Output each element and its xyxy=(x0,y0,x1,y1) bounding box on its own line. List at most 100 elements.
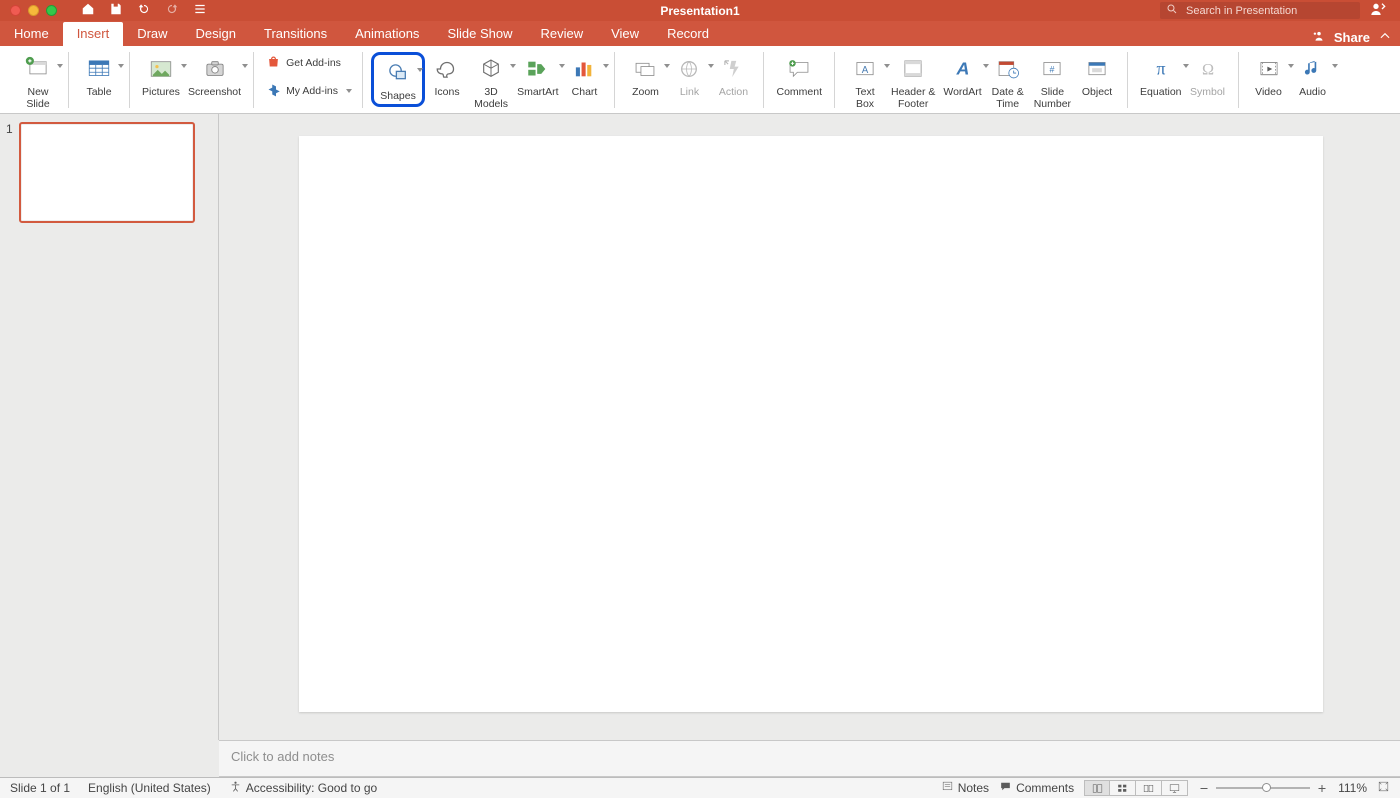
tab-slide-show[interactable]: Slide Show xyxy=(433,22,526,46)
new-slide-button[interactable]: New Slide xyxy=(16,52,60,112)
screenshot-icon xyxy=(202,54,228,84)
text-box-button[interactable]: A Text Box xyxy=(843,52,887,112)
smartart-icon xyxy=(525,54,551,84)
shapes-highlight: Shapes xyxy=(371,52,425,107)
status-language[interactable]: English (United States) xyxy=(88,781,211,795)
object-label: Object xyxy=(1082,86,1112,98)
zoom-track[interactable] xyxy=(1216,787,1310,789)
tab-design[interactable]: Design xyxy=(182,22,250,46)
icons-label: Icons xyxy=(435,86,460,98)
pictures-button[interactable]: Pictures xyxy=(138,52,184,100)
equation-icon: π xyxy=(1148,54,1174,84)
shapes-icon xyxy=(385,58,411,88)
slide-number-button[interactable]: # Slide Number xyxy=(1030,52,1075,112)
tab-draw[interactable]: Draw xyxy=(123,22,181,46)
slide-canvas[interactable] xyxy=(299,136,1323,712)
search-input[interactable] xyxy=(1184,4,1354,18)
object-button[interactable]: Object xyxy=(1075,52,1119,100)
comments-icon xyxy=(999,780,1012,796)
link-icon xyxy=(676,54,702,84)
view-slideshow-button[interactable] xyxy=(1162,780,1188,796)
get-addins-button[interactable]: Get Add-ins xyxy=(262,52,354,74)
customize-qat-icon[interactable] xyxy=(193,2,207,19)
tab-transitions[interactable]: Transitions xyxy=(250,22,341,46)
slide-thumbnail-number: 1 xyxy=(6,122,13,136)
pictures-icon xyxy=(148,54,174,84)
header-footer-button[interactable]: Header & Footer xyxy=(887,52,939,112)
slide-thumbnail-1[interactable] xyxy=(19,122,195,223)
action-label: Action xyxy=(719,86,748,98)
tab-review[interactable]: Review xyxy=(526,22,597,46)
view-switcher xyxy=(1084,780,1188,796)
accessibility-icon xyxy=(229,780,242,796)
smartart-button[interactable]: SmartArt xyxy=(513,52,562,100)
comment-button[interactable]: Comment xyxy=(772,52,826,100)
table-button[interactable]: Table xyxy=(77,52,121,100)
work-area: 1 xyxy=(0,114,1400,740)
date-time-button[interactable]: Date & Time xyxy=(986,52,1030,112)
home-icon[interactable] xyxy=(81,2,95,19)
wordart-button[interactable]: A WordArt xyxy=(939,52,985,100)
minimize-window-button[interactable] xyxy=(28,5,39,16)
comments-toggle-button[interactable]: Comments xyxy=(999,780,1074,796)
zoom-out-button[interactable] xyxy=(1198,782,1210,794)
status-bar: Slide 1 of 1 English (United States) Acc… xyxy=(0,777,1400,798)
notes-toggle-button[interactable]: Notes xyxy=(941,780,989,796)
search-box[interactable] xyxy=(1160,2,1360,19)
quick-access-toolbar xyxy=(81,2,207,19)
collapse-ribbon-icon[interactable] xyxy=(1378,29,1392,46)
tab-view[interactable]: View xyxy=(597,22,653,46)
notes-placeholder: Click to add notes xyxy=(231,749,334,764)
svg-text:Ω: Ω xyxy=(1201,61,1213,79)
search-icon xyxy=(1166,3,1178,18)
equation-button[interactable]: π Equation xyxy=(1136,52,1185,100)
tab-home[interactable]: Home xyxy=(0,22,63,46)
zoom-in-button[interactable] xyxy=(1316,782,1328,794)
audio-label: Audio xyxy=(1299,86,1326,98)
shapes-button[interactable]: Shapes xyxy=(376,56,420,104)
icons-button[interactable]: Icons xyxy=(425,52,469,100)
account-icon[interactable] xyxy=(1370,1,1386,20)
zoom-window-button[interactable] xyxy=(46,5,57,16)
screenshot-button[interactable]: Screenshot xyxy=(184,52,245,100)
redo-icon[interactable] xyxy=(165,2,179,19)
video-button[interactable]: Video xyxy=(1247,52,1291,100)
comments-toggle-label: Comments xyxy=(1016,781,1074,795)
chart-icon xyxy=(571,54,597,84)
comment-icon xyxy=(786,54,812,84)
video-label: Video xyxy=(1255,86,1282,98)
svg-text:A: A xyxy=(862,65,869,76)
audio-button[interactable]: Audio xyxy=(1291,52,1335,100)
status-slide-indicator: Slide 1 of 1 xyxy=(10,781,70,795)
tab-animations[interactable]: Animations xyxy=(341,22,433,46)
3d-models-icon xyxy=(478,54,504,84)
slide-thumbnails-panel[interactable]: 1 xyxy=(0,114,219,740)
notes-pane[interactable]: Click to add notes xyxy=(219,740,1400,777)
save-icon[interactable] xyxy=(109,2,123,19)
view-sorter-button[interactable] xyxy=(1110,780,1136,796)
chart-button[interactable]: Chart xyxy=(562,52,606,100)
status-accessibility-label: Accessibility: Good to go xyxy=(246,781,377,795)
close-window-button[interactable] xyxy=(10,5,21,16)
status-accessibility[interactable]: Accessibility: Good to go xyxy=(229,780,377,796)
shapes-label: Shapes xyxy=(380,90,416,102)
slide-editor[interactable] xyxy=(219,114,1400,740)
my-addins-button[interactable]: My Add-ins xyxy=(262,80,354,102)
3d-models-button[interactable]: 3D Models xyxy=(469,52,513,112)
table-icon xyxy=(86,54,112,84)
undo-icon[interactable] xyxy=(137,2,151,19)
tab-record[interactable]: Record xyxy=(653,22,723,46)
text-box-label: Text Box xyxy=(855,86,874,110)
fit-to-window-button[interactable] xyxy=(1377,780,1390,796)
header-footer-label: Header & Footer xyxy=(891,86,935,110)
new-slide-icon xyxy=(25,54,51,84)
action-icon xyxy=(720,54,746,84)
view-normal-button[interactable] xyxy=(1084,780,1110,796)
zoom-button[interactable]: Zoom xyxy=(623,52,667,100)
tab-insert[interactable]: Insert xyxy=(63,22,124,46)
zoom-thumb[interactable] xyxy=(1262,783,1271,792)
zoom-percentage[interactable]: 111% xyxy=(1338,781,1367,795)
share-button[interactable]: Share xyxy=(1334,30,1370,45)
ribbon: New Slide Table Pictures Screenshot xyxy=(0,46,1400,114)
view-reading-button[interactable] xyxy=(1136,780,1162,796)
